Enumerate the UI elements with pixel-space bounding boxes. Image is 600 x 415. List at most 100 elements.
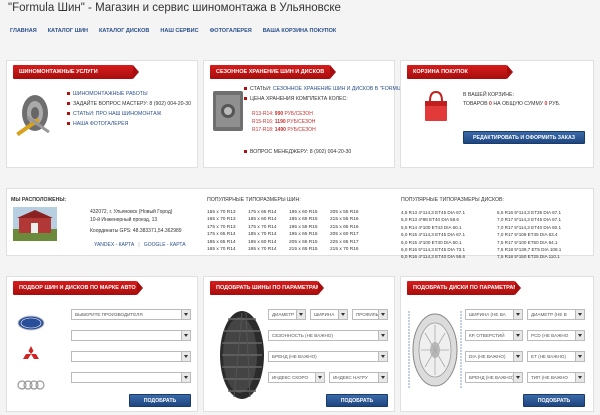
edit-order-button[interactable]: РЕДАКТИРОВАТЬ И ОФОРМИТЬ ЗАКАЗ (463, 131, 585, 144)
wheel-et-select[interactable]: ET (НЕ ВАЖНО) (527, 351, 585, 362)
cart-label: В ВАШЕЙ КОРЗИНЕ: (463, 92, 514, 98)
chevron-down-icon (378, 331, 387, 340)
main-nav: ГЛАВНАЯ КАТАЛОГ ШИН КАТАЛОГ ДИСКОВ НАШ С… (10, 28, 336, 34)
table-row: 5,5 R14 4*100 ET43 DIA 60.1 7,0 R17 5*114… (401, 224, 562, 230)
table-row: 6,0 R16 4*114,3 ET40 DIA 56.6 7,5 R18 5*1… (401, 254, 560, 260)
cart-summary: ТОВАРОВ 0 НА ОБЩУЮ СУММУ 0 РУБ. (463, 101, 561, 107)
tire-params-title: ПОДОБРАТЬ ШИНЫ ПО ПАРАМЕТРАМ (210, 281, 324, 295)
storage-list: СТАТЬИ: СЕЗОННОЕ ХРАНЕНИЕ ШИН И ДИСКОВ В… (244, 86, 422, 105)
table-row: 165 x 70 R13 185 x 60 R14 185 x 65 R15 215 … (207, 217, 359, 223)
chevron-down-icon (378, 310, 387, 319)
storage-title: СЕЗОННОЕ ХРАНЕНИЕ ШИН И ДИСКОВ (210, 65, 336, 79)
chevron-down-icon (575, 352, 584, 361)
list-item: ЦЕНА ХРАНЕНИЯ КОМПЛЕКТА КОЛЕС: (244, 93, 422, 105)
tire-params-panel: ПОДОБРАТЬ ШИНЫ ПО ПАРАМЕТРАМ ДИАМЕТР ШИР… (203, 276, 395, 412)
chevron-down-icon (181, 373, 190, 382)
chevron-down-icon (315, 373, 324, 382)
price-row: R13-R14: 990 РУБ/СЕЗОН (252, 111, 313, 117)
safe-icon (213, 91, 243, 131)
storage-prices: R13-R14: 990 РУБ/СЕЗОН R15-R16: 1190 РУБ… (252, 110, 316, 134)
wheel-pcd-select[interactable]: PCD (НЕ ВАЖНО (527, 330, 585, 341)
chevron-down-icon (513, 331, 522, 340)
price-row: R17-R18: 1490 РУБ/СЕЗОН (252, 127, 316, 133)
wheel-diagram-image (408, 311, 462, 389)
wheel-search-button[interactable]: ПОДОБРАТЬ (523, 394, 585, 407)
table-row: 6,0 R15 4*114,3 ET45 DIA 67.1 7,0 R17 5*1… (401, 232, 558, 238)
nav-tires[interactable]: КАТАЛОГ ШИН (48, 28, 88, 34)
table-row: 4,5 R13 4*114,3 ET45 DIA 67.1 6,5 R16 5*1… (401, 210, 562, 215)
wheel-bolt-select[interactable]: КР. ОТВЕРСТИЙ (465, 330, 523, 341)
tire-load-index-select[interactable]: ИНДЕКС НАГРУ (329, 372, 388, 383)
chevron-down-icon (181, 310, 190, 319)
audi-logo-icon (17, 380, 45, 390)
year-select[interactable] (71, 351, 191, 362)
nav-gallery[interactable]: ФОТОГАЛЕРЕЯ (210, 28, 252, 34)
chevron-down-icon (181, 331, 190, 340)
tire-service-panel: ШИНОМОНТАЖНЫЕ УСЛУГИ ШИНОМОНТАЖНЫЕ РАБОТ… (6, 60, 198, 168)
list-item[interactable]: ЗАДАЙТЕ ВОПРОС МАСТЕРУ: 8 (902) 004-20-3… (67, 99, 191, 109)
car-search-button[interactable]: ПОДОБРАТЬ (129, 394, 191, 407)
table-row: 165 x 70 R14 195 x 70 R14 215 x 65 R15 215 … (207, 247, 359, 253)
nav-home[interactable]: ГЛАВНАЯ (10, 28, 37, 34)
tire-season-select[interactable]: СЕЗОННОСТЬ (НЕ ВАЖНО) (268, 330, 388, 341)
tire-search-button[interactable]: ПОДОБРАТЬ (326, 394, 388, 407)
shopping-bag-icon (425, 90, 447, 121)
list-item[interactable]: ШИНОМОНТАЖНЫЕ РАБОТЫ (67, 89, 191, 99)
manufacturer-select[interactable]: ВЫБЕРИТЕ ПРОИЗВОДИТЕЛЯ (71, 309, 191, 320)
yandex-map-link[interactable]: YANDEX - КАРТА (94, 242, 134, 248)
cart-sum: 0 (544, 101, 548, 107)
wheel-brand-select[interactable]: БРЕНД (НЕ ВАЖНО) (465, 372, 523, 383)
wheel-width-select[interactable]: ШИРИНА (НЕ ВА (465, 309, 523, 320)
tire-service-title: ШИНОМОНТАЖНЫЕ УСЛУГИ (13, 65, 139, 79)
table-row: 175 x 70 R13 175 x 70 R14 195 x 55 R15 215 … (207, 224, 359, 230)
tire-diameter-select[interactable]: ДИАМЕТР (268, 309, 306, 320)
wheel-dia-select[interactable]: DIA (НЕ ВАЖНО) (465, 351, 523, 362)
nav-cart[interactable]: ВАША КОРЗИНА ПОКУПОК (263, 28, 337, 34)
tire-brand-select[interactable]: БРЕНД (НЕ ВАЖНО) (268, 351, 388, 362)
google-map-link[interactable]: GOOGLE - КАРТА (144, 242, 186, 248)
wheel-params-title: ПОДОБРАТЬ ДИСКИ ПО ПАРАМЕТРАМ (407, 281, 521, 295)
tire-service-list: ШИНОМОНТАЖНЫЕ РАБОТЫ ЗАДАЙТЕ ВОПРОС МАСТ… (67, 89, 191, 129)
building-photo (13, 207, 57, 241)
wheel-type-select[interactable]: ТИП (НЕ ВАЖНО (527, 372, 585, 383)
chevron-down-icon (575, 331, 584, 340)
cart-title: КОРЗИНА ПОКУПОК (407, 65, 513, 79)
table-row: 5,0 R13 4*98 ET40 DIA 58.6 7,0 R17 5*114,… (401, 217, 562, 223)
storage-manager: ВОПРОС МЕНЕДЖЕРУ: 8 (902) 004-20-30 (244, 147, 351, 157)
info-panel: МЫ РАСПОЛОЖЕНЫ: 432072, г. Ульяновск (Но… (6, 188, 594, 259)
popular-tires-table: 155 x 70 R13 175 x 65 R14 185 x 60 R15 205 … (207, 209, 359, 253)
chevron-down-icon (378, 373, 387, 382)
ford-logo-icon (17, 315, 45, 331)
link-separator: | (138, 241, 140, 248)
car-selector-panel: ПОДБОР ШИН И ДИСКОВ ПО МАРКЕ АВТО ВЫБЕРИ… (6, 276, 198, 412)
popular-wheels-title: ПОПУЛЯРНЫЕ ТИПОРАЗМЕРЫ ДИСКОВ: (401, 197, 504, 203)
cart-info: В ВАШЕЙ КОРЗИНЕ: ТОВАРОВ 0 НА ОБЩУЮ СУММ… (463, 91, 560, 109)
list-item[interactable]: НАША ФОТОГАЛЕРЕЯ (67, 119, 191, 129)
nav-service[interactable]: НАШ СЕРВИС (160, 28, 198, 34)
list-item: ВОПРОС МЕНЕДЖЕРУ: 8 (902) 004-20-30 (244, 147, 351, 157)
table-row: 6,0 R15 4*100 ET40 DIA 60.1 7,5 R17 5*100… (401, 239, 558, 245)
address-line-2: 10-й Инженерный проезд, 13 (90, 216, 158, 223)
car-selector-title: ПОДБОР ШИН И ДИСКОВ ПО МАРКЕ АВТО (13, 281, 143, 295)
wheel-diameter-select[interactable]: ДИАМЕТР (НЕ В (527, 309, 585, 320)
site-title: "Formula Шин" - Магазин и сервис шиномон… (8, 2, 341, 14)
chevron-down-icon (575, 373, 584, 382)
tire-image (220, 311, 264, 399)
chevron-down-icon (575, 310, 584, 319)
gps-coordinates: Координаты GPS: 48.383371,54.362989 (90, 228, 182, 234)
modification-select[interactable] (71, 372, 191, 383)
chevron-down-icon (296, 310, 305, 319)
table-row: 175 x 65 R14 185 x 70 R14 195 x 65 R15 205 … (207, 232, 359, 238)
chevron-down-icon (378, 352, 387, 361)
list-item[interactable]: СТАТЬИ: ПРО НАШ ШИНОМОНТАЖ (67, 109, 191, 119)
tire-speed-index-select[interactable]: ИНДЕКС СКОРО (268, 372, 325, 383)
chevron-down-icon (513, 373, 522, 382)
tire-width-select[interactable]: ШИРИНА (310, 309, 348, 320)
mitsubishi-logo-icon (23, 346, 39, 359)
nav-wheels[interactable]: КАТАЛОГ ДИСКОВ (99, 28, 149, 34)
storage-panel: СЕЗОННОЕ ХРАНЕНИЕ ШИН И ДИСКОВ СТАТЬИ: С… (203, 60, 422, 168)
popular-wheels-table: 4,5 R13 4*114,3 ET45 DIA 67.1 6,5 R16 5*1… (401, 209, 561, 261)
tire-profile-select[interactable]: ПРОФИЛЬ (352, 309, 388, 320)
model-select[interactable] (71, 330, 191, 341)
address-line-1: 432072, г. Ульяновск (Новый Город) (90, 209, 173, 215)
